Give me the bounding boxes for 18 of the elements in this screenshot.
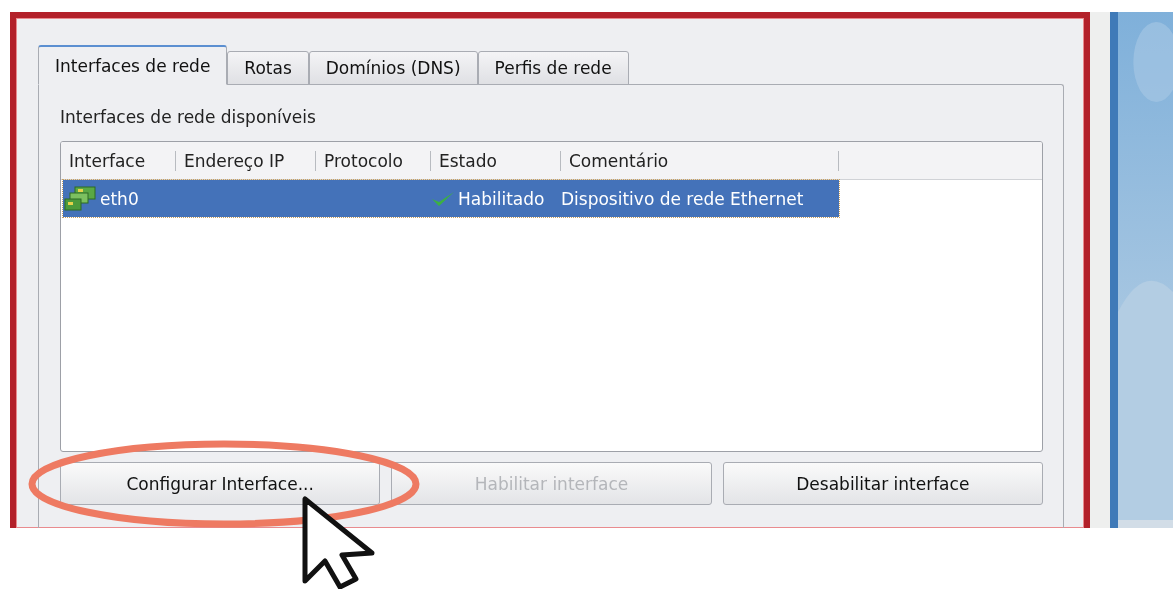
tab[interactable]: Perfis de rede xyxy=(477,51,629,85)
list-row[interactable]: eth0 Habilitado Dispositivo de rede Ethernet xyxy=(63,180,839,217)
cursor-icon xyxy=(302,496,375,589)
column-header[interactable]: Interface xyxy=(61,150,176,171)
tab[interactable]: Interfaces de rede xyxy=(38,45,228,85)
comment-text: Dispositivo de rede Ethernet xyxy=(561,188,804,209)
action-button[interactable]: Desabilitar interface xyxy=(722,462,1043,505)
column-header[interactable]: Endereço IP xyxy=(176,150,316,171)
column-header[interactable]: Comentário xyxy=(561,150,839,171)
column-header[interactable]: Estado xyxy=(431,150,561,171)
action-button[interactable]: Configurar Interface... xyxy=(60,462,381,505)
group-label: Interfaces de rede disponíveis xyxy=(60,107,317,127)
interface-name: eth0 xyxy=(100,188,139,209)
network-card-icon xyxy=(63,184,97,213)
status-text: Habilitado xyxy=(458,188,545,209)
tab[interactable]: Domínios (DNS) xyxy=(308,51,478,85)
tab[interactable]: Rotas xyxy=(227,51,309,85)
column-header[interactable]: Protocolo xyxy=(316,150,431,171)
